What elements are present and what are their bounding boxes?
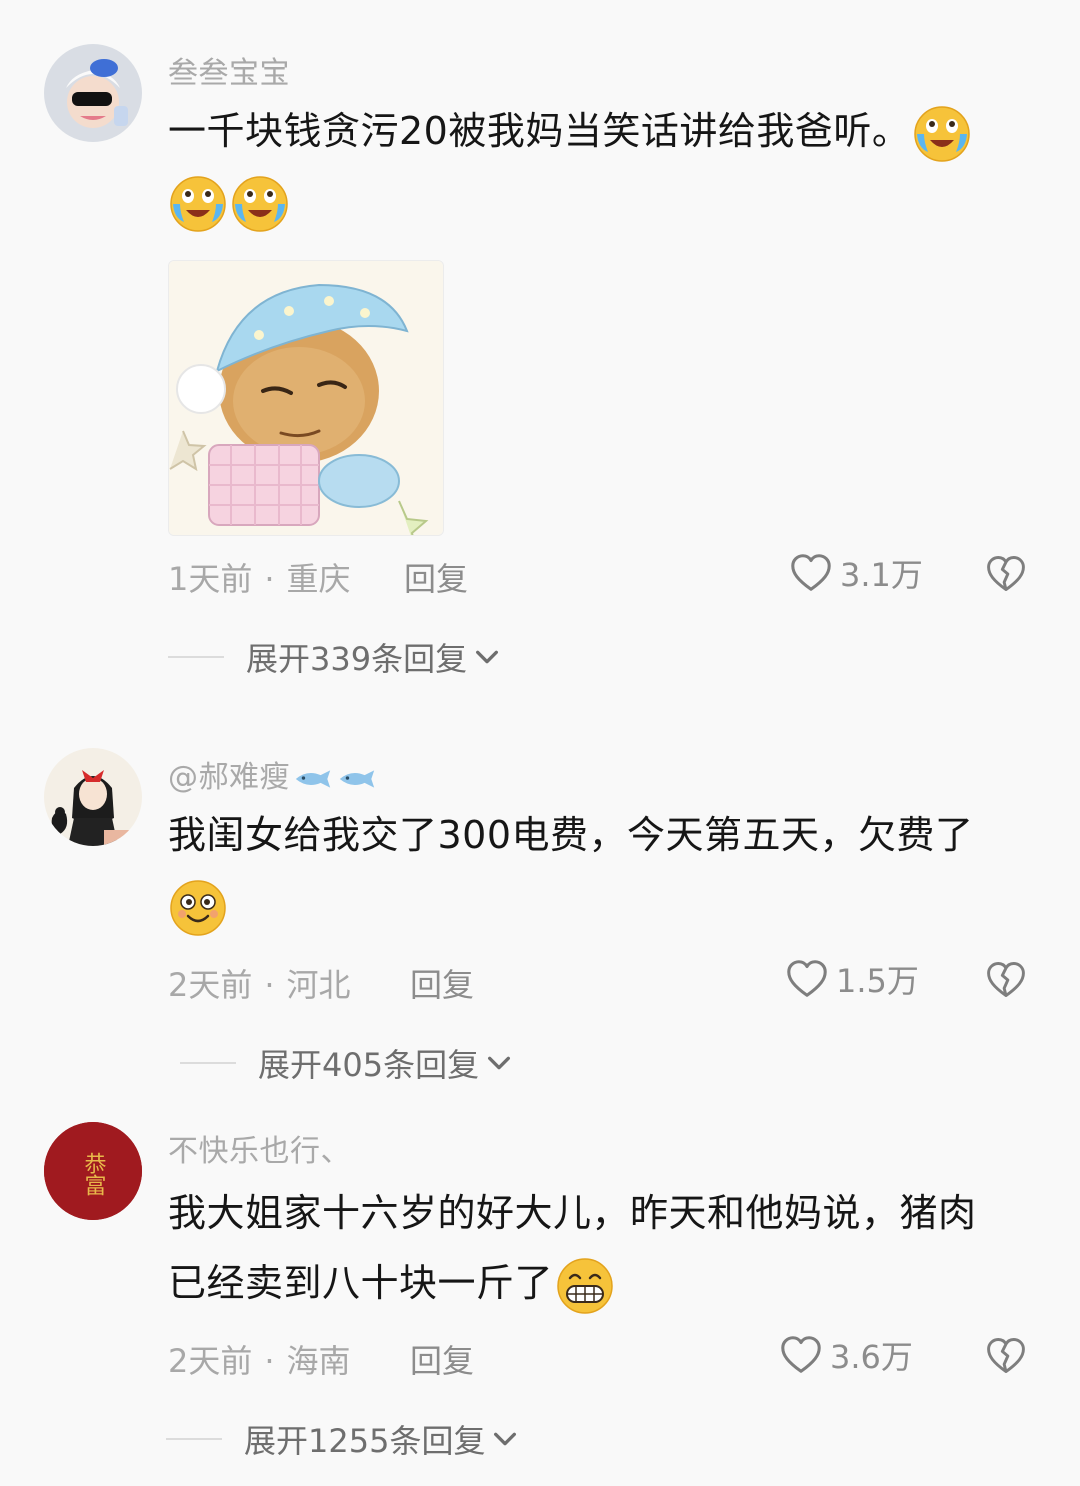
- reply-button[interactable]: 回复: [404, 554, 468, 600]
- comment-time: 2天前: [168, 966, 253, 1004]
- like-button[interactable]: 3.1万: [788, 550, 923, 596]
- comment-text-content: 一千块钱贪污20被我妈当笑话讲给我爸听。: [168, 109, 911, 153]
- username[interactable]: 叁叁宝宝: [168, 48, 290, 92]
- expand-replies-label: 展开405条回复: [258, 1046, 480, 1084]
- comment-text: 一千块钱贪污20被我妈当笑话讲给我爸听。: [168, 96, 1048, 236]
- avatar[interactable]: 恭富: [44, 1122, 142, 1220]
- expand-replies-button[interactable]: 展开1255条回复: [166, 1416, 519, 1462]
- comment-time: 2天前: [168, 1342, 253, 1380]
- divider-line: [180, 1062, 236, 1064]
- avatar-text: 恭富: [81, 1152, 107, 1196]
- comment-location: 海南: [286, 1342, 351, 1380]
- like-button[interactable]: 1.5万: [784, 956, 919, 1002]
- comment-meta: 1天前 · 重庆: [168, 560, 351, 598]
- divider-line: [168, 656, 224, 658]
- heart-icon: [788, 550, 834, 596]
- username-text: @郝难瘦: [168, 760, 290, 795]
- reply-button[interactable]: 回复: [410, 960, 474, 1006]
- broken-heart-icon[interactable]: [984, 552, 1028, 596]
- comment-text: 我闺女给我交了300电费，今天第五天，欠费了: [168, 800, 1048, 940]
- comment-meta: 2天前 · 海南: [168, 1342, 351, 1380]
- reply-button[interactable]: 回复: [410, 1336, 474, 1382]
- comment-text-line: 我大姐家十六岁的好大儿，昨天和他妈说，猪肉: [168, 1191, 977, 1235]
- chevron-down-icon: [485, 1049, 513, 1077]
- crying-laughing-emoji: [168, 174, 228, 234]
- comment-time: 1天前: [168, 560, 253, 598]
- expand-replies-button[interactable]: 展开405条回复: [180, 1040, 513, 1086]
- sleepy-nightcap-sticker[interactable]: [168, 260, 444, 536]
- expand-replies-button[interactable]: 展开339条回复: [168, 634, 501, 680]
- comment-meta: 2天前 · 河北: [168, 966, 351, 1004]
- comment-text-line: 已经卖到八十块一斤了: [168, 1261, 554, 1305]
- broken-heart-icon[interactable]: [984, 958, 1028, 1002]
- chevron-down-icon: [491, 1425, 519, 1453]
- crying-laughing-emoji: [230, 174, 290, 234]
- expand-replies-label: 展开1255条回复: [244, 1422, 486, 1460]
- comment-text: 我大姐家十六岁的好大儿，昨天和他妈说，猪肉 已经卖到八十块一斤了: [168, 1178, 1048, 1318]
- chevron-down-icon: [473, 643, 501, 671]
- username[interactable]: @郝难瘦: [168, 752, 378, 796]
- avatar[interactable]: [44, 44, 142, 142]
- divider-line: [166, 1438, 222, 1440]
- comment-location: 重庆: [286, 560, 351, 598]
- silly-face-emoji: [168, 878, 228, 938]
- grin-emoji: [555, 1256, 615, 1316]
- fish-icon: [336, 767, 378, 791]
- avatar[interactable]: [44, 748, 142, 846]
- like-count: 3.6万: [830, 1338, 913, 1376]
- like-button[interactable]: 3.6万: [778, 1332, 913, 1378]
- like-count: 1.5万: [836, 962, 919, 1000]
- crying-laughing-emoji: [912, 104, 972, 164]
- like-count: 3.1万: [840, 556, 923, 594]
- expand-replies-label: 展开339条回复: [246, 640, 468, 678]
- fish-icon: [292, 767, 334, 791]
- comment-location: 河北: [286, 966, 351, 1004]
- heart-icon: [784, 956, 830, 1002]
- comment-text-content: 我闺女给我交了300电费，今天第五天，欠费了: [168, 813, 974, 857]
- heart-icon: [778, 1332, 824, 1378]
- username[interactable]: 不快乐也行、: [168, 1126, 351, 1170]
- broken-heart-icon[interactable]: [984, 1334, 1028, 1378]
